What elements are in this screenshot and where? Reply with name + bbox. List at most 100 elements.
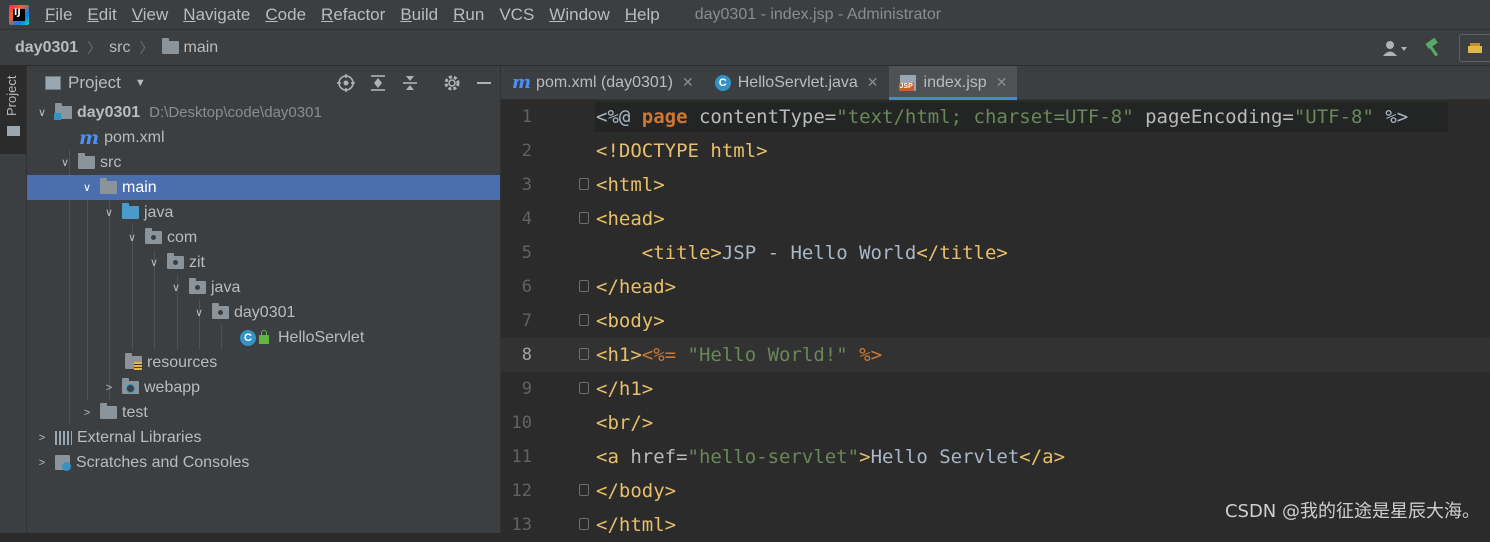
- fold-marker-icon[interactable]: [579, 280, 589, 292]
- code-text: </html>: [596, 514, 677, 536]
- tree-item-label: day0301: [77, 103, 141, 121]
- window-title: day0301 - index.jsp - Administrator: [694, 5, 942, 23]
- web-folder-icon: [122, 378, 139, 394]
- tree-item-scratches[interactable]: > Scratches and Consoles: [27, 450, 500, 475]
- expand-all-icon[interactable]: [366, 71, 390, 95]
- menu-refactor[interactable]: Refactor: [314, 0, 393, 29]
- fold-marker-icon[interactable]: [579, 178, 589, 190]
- breadcrumb-main[interactable]: main: [161, 38, 218, 57]
- menu-edit[interactable]: Edit: [80, 0, 124, 29]
- build-hammer-icon[interactable]: [1421, 36, 1445, 60]
- menu-run[interactable]: Run: [446, 0, 492, 29]
- code-line: 11 <a href="hello-servlet">Hello Servlet…: [501, 440, 1490, 474]
- tab-label: HelloServlet.java: [737, 73, 858, 91]
- tree-item-label: zit: [189, 253, 205, 271]
- chevron-right-icon[interactable]: >: [35, 457, 49, 469]
- tab-label: index.jsp: [923, 73, 987, 91]
- menu-view[interactable]: View: [125, 0, 177, 29]
- library-icon: [55, 430, 72, 445]
- tree-item-zit[interactable]: ∨ zit: [27, 250, 500, 275]
- tree-item-src[interactable]: ∨ src: [27, 150, 500, 175]
- tree-item-project-root[interactable]: ∨ day0301 D:\Desktop\code\day0301: [27, 100, 500, 125]
- line-number: 12: [511, 481, 532, 501]
- code-line: 4 <head>: [501, 202, 1490, 236]
- fold-marker-icon[interactable]: [579, 314, 589, 326]
- tree-item-java-source[interactable]: ∨ java: [27, 200, 500, 225]
- tree-item-pom[interactable]: m pom.xml: [27, 125, 500, 150]
- chevron-right-icon[interactable]: >: [35, 432, 49, 444]
- folder-icon: [100, 178, 117, 194]
- chevron-down-icon[interactable]: ∨: [147, 256, 161, 269]
- chevron-down-icon[interactable]: ∨: [35, 106, 49, 119]
- code-area[interactable]: 1 <%@ page contentType="text/html; chars…: [501, 100, 1490, 536]
- collapse-all-icon[interactable]: [398, 71, 422, 95]
- project-view-title[interactable]: Project: [68, 73, 121, 93]
- code-line: 7 <body>: [501, 304, 1490, 338]
- close-icon[interactable]: ✕: [996, 74, 1008, 91]
- code-text: <head>: [596, 208, 665, 230]
- package-icon: [167, 253, 184, 269]
- close-icon[interactable]: ✕: [867, 74, 879, 91]
- chevron-down-icon[interactable]: ∨: [58, 156, 72, 169]
- tab-helloservlet-java[interactable]: C HelloServlet.java ✕: [704, 66, 889, 99]
- fold-marker-icon[interactable]: [579, 484, 589, 496]
- code-text: <h1><%= "Hello World!" %>: [596, 338, 882, 372]
- minimize-icon[interactable]: [472, 71, 496, 95]
- tab-pom-xml[interactable]: m pom.xml (day0301) ✕: [501, 66, 704, 99]
- run-configuration-icon[interactable]: [1459, 34, 1490, 62]
- code-text: </body>: [596, 480, 677, 502]
- tree-item-resources[interactable]: resources: [27, 350, 500, 375]
- fold-marker-icon[interactable]: [579, 212, 589, 224]
- code-token: page: [641, 106, 688, 128]
- menu-code[interactable]: Code: [258, 0, 314, 29]
- chevron-down-icon[interactable]: ∨: [102, 206, 116, 219]
- chevron-right-icon[interactable]: >: [80, 407, 94, 419]
- code-token: >: [859, 446, 871, 468]
- tree-item-external-libraries[interactable]: > External Libraries: [27, 425, 500, 450]
- tree-item-label: java: [211, 278, 241, 296]
- fold-marker-icon[interactable]: [579, 348, 589, 360]
- menu-window[interactable]: Window: [542, 0, 617, 29]
- chevron-down-icon[interactable]: ∨: [125, 231, 139, 244]
- breadcrumb-project[interactable]: day0301: [15, 39, 78, 57]
- chevron-down-icon[interactable]: ∨: [80, 181, 94, 194]
- tree-item-main[interactable]: ∨ main: [27, 175, 500, 200]
- code-line: 3 <html>: [501, 168, 1490, 202]
- tree-item-test[interactable]: > test: [27, 400, 500, 425]
- fold-marker-icon[interactable]: [579, 518, 589, 530]
- locate-file-icon[interactable]: [334, 71, 358, 95]
- menu-vcs[interactable]: VCS: [492, 0, 542, 29]
- chevron-down-icon[interactable]: ∨: [169, 281, 183, 294]
- intellij-logo-icon: IJ: [9, 4, 29, 25]
- breadcrumb-src[interactable]: src: [109, 39, 130, 57]
- nav-toolbar: [1379, 30, 1490, 66]
- user-dropdown-button[interactable]: [1379, 36, 1413, 60]
- code-token: href=: [618, 446, 688, 468]
- tree-item-helloservlet[interactable]: C HelloServlet: [27, 325, 500, 350]
- tree-item-java-package[interactable]: ∨ java: [27, 275, 500, 300]
- tab-index-jsp[interactable]: JSP index.jsp ✕: [888, 66, 1018, 100]
- tree-item-webapp[interactable]: > webapp: [27, 375, 500, 400]
- fold-marker-icon[interactable]: [579, 382, 589, 394]
- code-token: <%@: [596, 106, 642, 128]
- package-icon: [212, 303, 229, 319]
- chevron-down-icon[interactable]: ∨: [192, 306, 206, 319]
- project-tool-window-tab[interactable]: Project: [0, 66, 26, 154]
- tree-item-com[interactable]: ∨ com: [27, 225, 500, 250]
- chevron-right-icon[interactable]: >: [102, 382, 116, 394]
- chevron-down-icon[interactable]: ▼: [135, 77, 146, 89]
- close-icon[interactable]: ✕: [682, 74, 694, 91]
- maven-icon: m: [79, 126, 100, 149]
- menu-navigate[interactable]: Navigate: [176, 0, 258, 29]
- menu-help[interactable]: Help: [618, 0, 668, 29]
- code-text: <%@ page contentType="text/html; charset…: [596, 100, 1408, 134]
- line-number: 11: [511, 447, 532, 467]
- gear-icon[interactable]: [440, 71, 464, 95]
- project-tree: ∨ day0301 D:\Desktop\code\day0301 m pom.…: [27, 100, 500, 475]
- tree-item-day0301-package[interactable]: ∨ day0301: [27, 300, 500, 325]
- menu-file[interactable]: File: [38, 0, 80, 29]
- line-number: 7: [521, 311, 532, 331]
- breadcrumb-separator-icon: 〉: [87, 39, 102, 56]
- menu-build[interactable]: Build: [393, 0, 446, 29]
